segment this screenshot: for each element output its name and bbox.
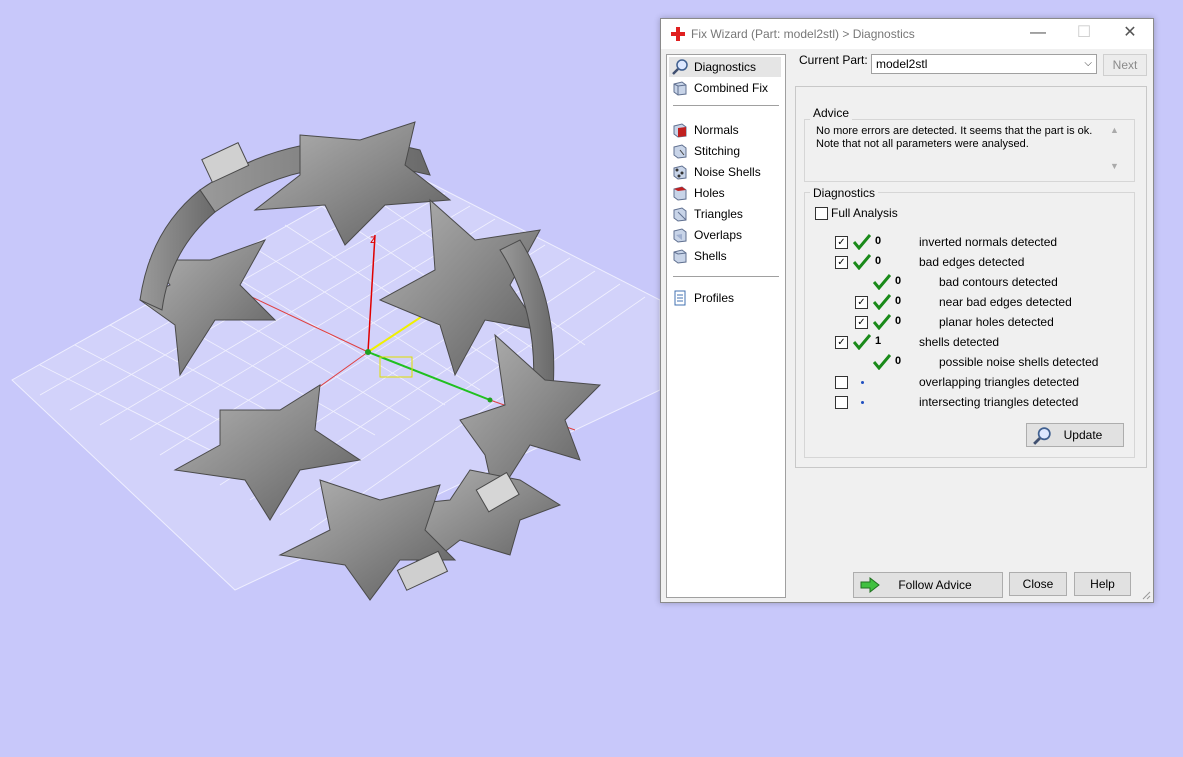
advice-group-title: Advice bbox=[810, 106, 853, 120]
stitching-cube-icon bbox=[673, 144, 687, 159]
nav-label: Combined Fix bbox=[694, 81, 769, 95]
triangles-cube-icon bbox=[673, 207, 687, 222]
inverted-normals-checkbox[interactable]: ✓ bbox=[835, 236, 848, 249]
close-window-button[interactable]: ✕ bbox=[1107, 19, 1153, 49]
intersecting-triangles-checkbox[interactable] bbox=[835, 396, 848, 409]
nav-item-noise-shells[interactable]: Noise Shells bbox=[669, 162, 781, 182]
shells-checkbox[interactable]: ✓ bbox=[835, 336, 848, 349]
nav-item-overlaps[interactable]: Overlaps bbox=[669, 225, 781, 245]
diag-text: shells detected bbox=[919, 335, 1000, 349]
diag-text: intersecting triangles detected bbox=[919, 395, 1079, 409]
near-bad-edges-checkbox[interactable]: ✓ bbox=[855, 296, 868, 309]
nav-label: Profiles bbox=[694, 291, 735, 305]
advice-line-2: Note that not all parameters were analys… bbox=[816, 138, 1029, 150]
nav-label: Shells bbox=[694, 249, 727, 263]
pending-dot-icon bbox=[861, 381, 864, 384]
diag-text: bad contours detected bbox=[939, 275, 1058, 289]
help-button[interactable]: Help bbox=[1074, 572, 1131, 596]
diag-text: bad edges detected bbox=[919, 255, 1025, 269]
holes-cube-icon bbox=[673, 186, 687, 201]
full-analysis-checkbox[interactable] bbox=[815, 207, 828, 220]
close-button[interactable]: Close bbox=[1009, 572, 1067, 596]
update-button[interactable]: Update bbox=[1026, 423, 1124, 447]
nav-item-triangles[interactable]: Triangles bbox=[669, 204, 781, 224]
minimize-button[interactable]: — bbox=[1015, 19, 1061, 49]
advice-scrollbar[interactable]: ▲ ▼ bbox=[1108, 125, 1122, 171]
diag-count: 1 bbox=[875, 335, 882, 347]
check-icon bbox=[853, 334, 871, 350]
full-analysis-label: Full Analysis bbox=[831, 206, 898, 220]
diag-count: 0 bbox=[895, 315, 902, 327]
diag-text: possible noise shells detected bbox=[939, 355, 1099, 369]
check-icon bbox=[873, 294, 891, 310]
document-icon bbox=[674, 290, 686, 306]
nav-label: Triangles bbox=[694, 207, 743, 221]
advice-line-1: No more errors are detected. It seems th… bbox=[816, 125, 1093, 137]
nav-item-normals[interactable]: Normals bbox=[669, 120, 781, 140]
nav-label: Stitching bbox=[694, 144, 741, 158]
current-part-value: model2stl bbox=[876, 57, 928, 71]
3d-viewport[interactable]: z y bbox=[0, 0, 661, 754]
check-icon bbox=[853, 254, 871, 270]
normals-cube-icon bbox=[673, 123, 687, 138]
diagnostics-group-title: Diagnostics bbox=[810, 186, 879, 200]
overlaps-cube-icon bbox=[673, 228, 687, 243]
diag-count: 0 bbox=[895, 295, 902, 307]
window-title: Fix Wizard (Part: model2stl) > Diagnosti… bbox=[691, 27, 915, 41]
axis-label-z: z bbox=[370, 232, 376, 246]
fix-nav-panel: Diagnostics Combined Fix Normals Stitchi… bbox=[666, 54, 786, 598]
diag-text: inverted normals detected bbox=[919, 235, 1058, 249]
diag-count: 0 bbox=[875, 255, 882, 267]
pending-dot-icon bbox=[861, 401, 864, 404]
green-arrow-icon bbox=[860, 577, 880, 593]
current-part-label: Current Part: bbox=[799, 53, 868, 67]
nav-separator bbox=[673, 105, 779, 106]
scroll-down-icon[interactable]: ▼ bbox=[1110, 161, 1119, 171]
maximize-button[interactable]: ☐ bbox=[1061, 19, 1107, 49]
diag-text: near bad edges detected bbox=[939, 295, 1072, 309]
check-icon bbox=[853, 234, 871, 250]
current-part-select[interactable]: model2stl ⌵ bbox=[871, 54, 1097, 74]
shells-cube-icon bbox=[673, 249, 687, 264]
nav-item-holes[interactable]: Holes bbox=[669, 183, 781, 203]
diag-text: planar holes detected bbox=[939, 315, 1054, 329]
follow-advice-button[interactable]: Follow Advice bbox=[853, 572, 1003, 598]
update-label: Update bbox=[1063, 428, 1103, 442]
noise-shells-icon bbox=[673, 165, 687, 180]
fix-wizard-window: Fix Wizard (Part: model2stl) > Diagnosti… bbox=[660, 18, 1154, 603]
bad-edges-checkbox[interactable]: ✓ bbox=[835, 256, 848, 269]
title-bar[interactable]: Fix Wizard (Part: model2stl) > Diagnosti… bbox=[661, 19, 1153, 49]
nav-item-diagnostics[interactable]: Diagnostics bbox=[669, 57, 781, 77]
planar-holes-checkbox[interactable]: ✓ bbox=[855, 316, 868, 329]
diag-count: 0 bbox=[875, 235, 882, 247]
nav-label: Overlaps bbox=[694, 228, 743, 242]
follow-advice-label: Follow Advice bbox=[898, 578, 972, 592]
cube-icon bbox=[673, 81, 687, 96]
overlapping-triangles-checkbox[interactable] bbox=[835, 376, 848, 389]
check-icon bbox=[873, 274, 891, 290]
advice-text: No more errors are detected. It seems th… bbox=[816, 125, 1106, 151]
check-icon bbox=[873, 354, 891, 370]
nav-item-stitching[interactable]: Stitching bbox=[669, 141, 781, 161]
next-button[interactable]: Next bbox=[1103, 54, 1147, 76]
nav-item-combined-fix[interactable]: Combined Fix bbox=[669, 78, 781, 98]
nav-label: Noise Shells bbox=[694, 165, 761, 179]
nav-item-profiles[interactable]: Profiles bbox=[669, 288, 781, 308]
viewport-canvas[interactable]: z y bbox=[0, 0, 661, 754]
diag-count: 0 bbox=[895, 355, 902, 367]
magnifier-icon bbox=[1033, 427, 1051, 445]
resize-grip-icon[interactable] bbox=[1141, 590, 1151, 600]
nav-item-shells[interactable]: Shells bbox=[669, 246, 781, 266]
nav-label: Normals bbox=[694, 123, 739, 137]
nav-separator bbox=[673, 276, 779, 277]
check-icon bbox=[873, 314, 891, 330]
diag-count: 0 bbox=[895, 275, 902, 287]
diag-text: overlapping triangles detected bbox=[919, 375, 1080, 389]
nav-label: Holes bbox=[694, 186, 725, 200]
nav-label: Diagnostics bbox=[694, 60, 757, 74]
red-cross-icon bbox=[671, 27, 685, 41]
scroll-up-icon[interactable]: ▲ bbox=[1110, 125, 1119, 135]
magnifier-icon bbox=[672, 59, 688, 75]
chevron-down-icon: ⌵ bbox=[1084, 58, 1092, 69]
